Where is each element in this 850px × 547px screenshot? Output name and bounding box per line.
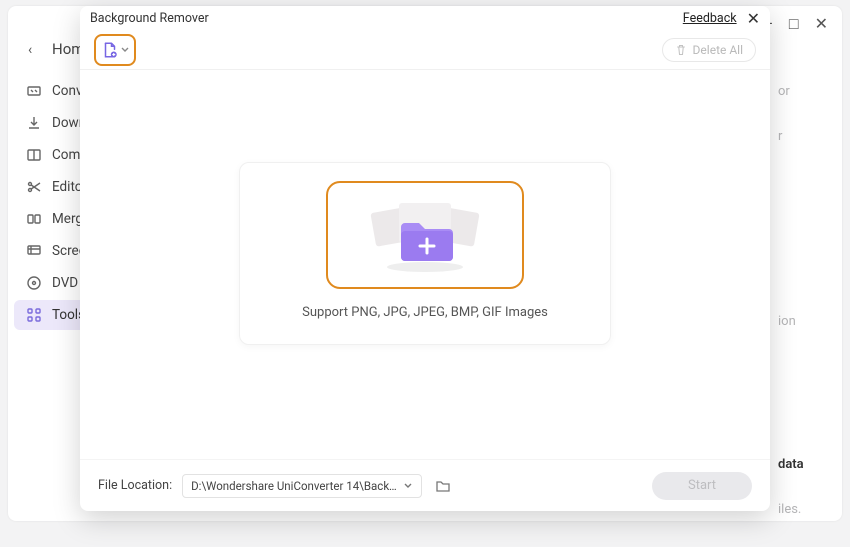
background-remover-modal: Background Remover Feedback ✕ Delete All: [80, 6, 770, 511]
modal-body: Support PNG, JPG, JPEG, BMP, GIF Images: [80, 70, 770, 459]
folder-add-icon: [355, 195, 495, 275]
chevron-down-icon: [403, 481, 413, 491]
scissors-icon: [26, 179, 42, 195]
delete-all-button[interactable]: Delete All: [662, 38, 756, 62]
folder-icon: [435, 478, 451, 494]
close-window-button[interactable]: ✕: [815, 16, 828, 32]
chevron-down-icon: [121, 46, 129, 54]
add-files-button[interactable]: [94, 34, 136, 66]
back-button[interactable]: ‹: [28, 42, 32, 58]
file-location-select[interactable]: D:\Wondershare UniConverter 14\Backgroun…: [182, 474, 422, 498]
delete-all-label: Delete All: [693, 43, 743, 57]
open-folder-button[interactable]: [432, 475, 454, 497]
drop-card: Support PNG, JPG, JPEG, BMP, GIF Images: [239, 162, 611, 345]
merge-icon: [26, 211, 42, 227]
start-label: Start: [688, 478, 716, 493]
background-partial-text: or r ion data iles.: [778, 84, 838, 547]
file-location-value: D:\Wondershare UniConverter 14\Backgroun…: [191, 479, 401, 493]
trash-icon: [675, 44, 687, 56]
support-text: Support PNG, JPG, JPEG, BMP, GIF Images: [260, 305, 590, 320]
modal-footer: File Location: D:\Wondershare UniConvert…: [80, 459, 770, 511]
modal-title: Background Remover: [90, 11, 209, 26]
modal-toolbar: Delete All: [80, 30, 770, 70]
converter-icon: [26, 83, 42, 99]
disc-icon: [26, 275, 42, 291]
window-controls: — □ ✕: [760, 16, 828, 32]
drop-zone[interactable]: [326, 181, 524, 289]
maximize-button[interactable]: □: [789, 16, 799, 32]
screen-icon: [26, 243, 42, 259]
close-modal-button[interactable]: ✕: [747, 9, 760, 28]
add-file-icon: [101, 41, 119, 59]
download-icon: [26, 115, 42, 131]
tools-icon: [26, 307, 42, 323]
feedback-link[interactable]: Feedback: [683, 11, 737, 26]
start-button[interactable]: Start: [652, 472, 752, 500]
modal-header: Background Remover Feedback ✕: [80, 6, 770, 30]
file-location-label: File Location:: [98, 478, 172, 493]
compress-icon: [26, 147, 42, 163]
